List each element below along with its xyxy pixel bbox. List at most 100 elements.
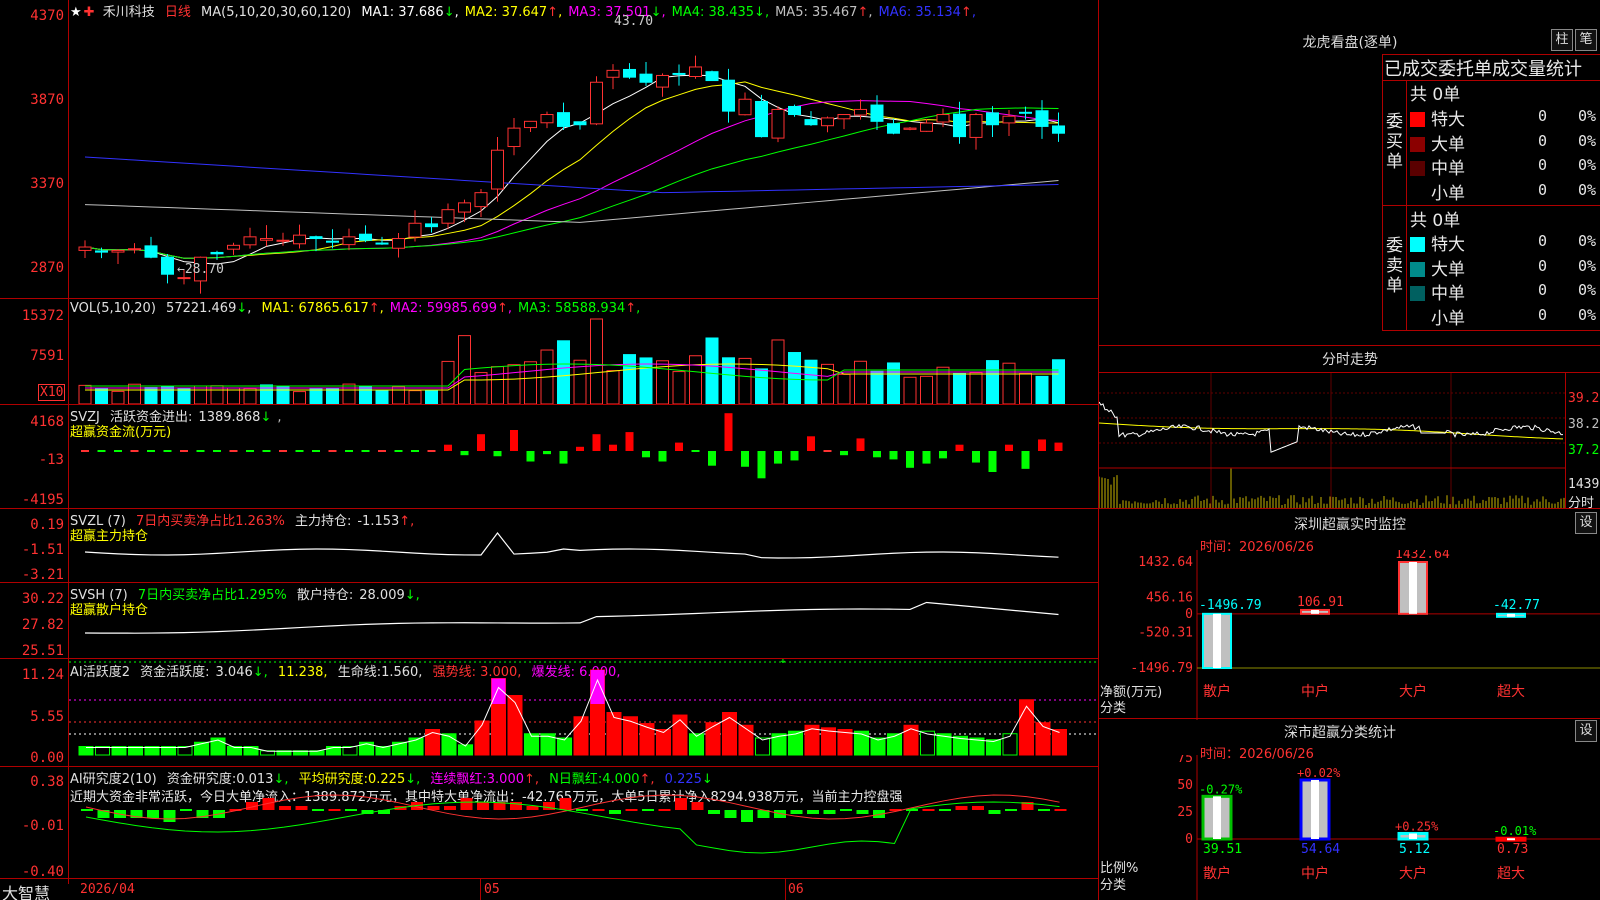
ai2-bar	[955, 806, 968, 810]
candle-body	[507, 127, 521, 148]
ai2-bar	[790, 810, 803, 814]
intraday-axis-2: 38.25	[1568, 417, 1600, 432]
ai1-chart[interactable]: ↓	[69, 659, 1098, 766]
monitor-bar-1	[1202, 612, 1232, 669]
row-count: 0	[1538, 256, 1548, 275]
class-change-label-2: +0.02%	[1297, 766, 1341, 780]
candlestick-chart[interactable]	[69, 16, 1098, 298]
monitor-bar-chart[interactable]: 1432.64 456.16 0 -520.31 -1496.79 -1496.79 散户 1…	[1099, 550, 1600, 720]
svzj-tick	[691, 450, 700, 452]
candle-body	[210, 251, 224, 255]
ai2-bar	[972, 806, 984, 810]
row-name: 中单	[1431, 284, 1465, 304]
volume-bar	[1035, 375, 1049, 404]
monitor-value-label-2: 106.91	[1297, 595, 1344, 610]
candle-body	[623, 68, 636, 78]
svzj-bar	[460, 451, 469, 456]
volume-bar	[887, 362, 900, 404]
monitor-category-1: 散户	[1203, 683, 1231, 700]
volume-bar	[590, 318, 603, 404]
svsh-chart[interactable]	[69, 583, 1098, 658]
tick-mode-button[interactable]: 笔	[1575, 29, 1597, 51]
row-count: 0	[1538, 107, 1548, 125]
bar-mode-button[interactable]: 柱	[1551, 29, 1573, 51]
class-value-label-4: 0.73	[1497, 842, 1528, 857]
dragon-title: 龙虎看盘(逐单)	[1302, 35, 1398, 51]
svzl-axis-1: 0.19	[30, 517, 64, 533]
volume-bar	[425, 389, 438, 404]
class-axis-label-1: 75	[1177, 755, 1193, 766]
candle-body	[755, 100, 768, 138]
low-mark: ←28.70	[177, 262, 224, 277]
svzj-tick	[246, 450, 254, 452]
candle-body	[936, 114, 950, 123]
class-bar-chart[interactable]: 75 50 25 0 -0.27% 39.51 散户 +0.02% 54.64 中户 +0.25% 5…	[1099, 755, 1600, 900]
ai1-burst-bar	[590, 670, 605, 704]
volume-bar	[128, 383, 141, 404]
row-pct: 0%	[1578, 107, 1597, 125]
svzj-bar	[576, 446, 584, 451]
candle-body	[276, 239, 290, 242]
ma-line-3	[84, 100, 1059, 259]
svzj-bar	[988, 451, 997, 472]
monitor-axis-label-4: -520.31	[1138, 626, 1193, 641]
svzl-chart[interactable]	[69, 509, 1098, 582]
sell-total: 共 0单	[1410, 211, 1461, 231]
ma-line-6	[84, 156, 1059, 194]
high-mark: 43.70	[614, 14, 654, 29]
volume-bar	[177, 388, 191, 404]
buy-row-3: 中单 0 0%	[1410, 154, 1600, 179]
ai2-bar	[675, 798, 687, 810]
intraday-chart[interactable]	[1099, 373, 1565, 508]
volume-bar	[359, 386, 372, 404]
monitor-settings-button[interactable]: 设	[1575, 512, 1597, 534]
x-date-2: 05	[484, 882, 500, 897]
ai1-bar	[441, 733, 457, 756]
candle-body	[705, 71, 719, 82]
svzl-axis-2: -1.51	[21, 542, 64, 558]
volume-bar	[342, 383, 356, 404]
volume-bar	[837, 373, 851, 404]
volume-bar	[854, 360, 867, 404]
ai1-bar	[474, 720, 490, 756]
class-bar-3	[1397, 831, 1429, 841]
ai2-tick	[180, 809, 192, 811]
class-bar-2	[1299, 778, 1331, 841]
monitor-axis-label-5: -1496.79	[1130, 661, 1193, 676]
candle-body	[1019, 111, 1032, 114]
class-category-3: 大户	[1399, 865, 1427, 882]
ai2-tick	[328, 809, 341, 811]
svzj-tick	[196, 450, 205, 452]
x-date-1: 2026/04	[80, 882, 135, 897]
candle-body	[788, 105, 801, 116]
volume-bar	[194, 385, 207, 404]
volume-bar	[788, 352, 801, 404]
svzj-axis-3: -4195	[21, 492, 64, 508]
volume-chart[interactable]	[69, 299, 1098, 404]
candle-body	[326, 240, 339, 243]
volume-bar	[870, 370, 884, 404]
svzj-bar	[906, 451, 914, 468]
class-category-4: 超大	[1497, 866, 1525, 882]
ai2-bar	[444, 806, 456, 810]
svzj-tick	[147, 450, 155, 452]
class-bar-highlight	[1409, 833, 1417, 839]
svzj-chart[interactable]	[69, 405, 1098, 508]
class-value-label-1: 39.51	[1203, 842, 1242, 857]
volume-bar	[276, 385, 290, 404]
row-name: 小单	[1431, 183, 1465, 204]
ai2-bar	[988, 810, 1001, 814]
svzj-tick	[394, 450, 403, 452]
svzj-tick	[114, 450, 122, 452]
ai2-chart[interactable]	[69, 767, 1098, 878]
ai2-tick	[625, 809, 638, 811]
intraday-title: 分时走势	[1322, 352, 1378, 368]
svzj-tick	[262, 450, 271, 452]
svzj-bar	[757, 451, 766, 479]
row-name: 中单	[1431, 159, 1465, 179]
class-settings-button[interactable]: 设	[1575, 720, 1597, 742]
legend-swatch	[1410, 261, 1425, 277]
volume-bar	[491, 366, 504, 404]
monitor-axis-label-2: 456.16	[1146, 590, 1193, 605]
ai1-bar	[639, 723, 655, 756]
